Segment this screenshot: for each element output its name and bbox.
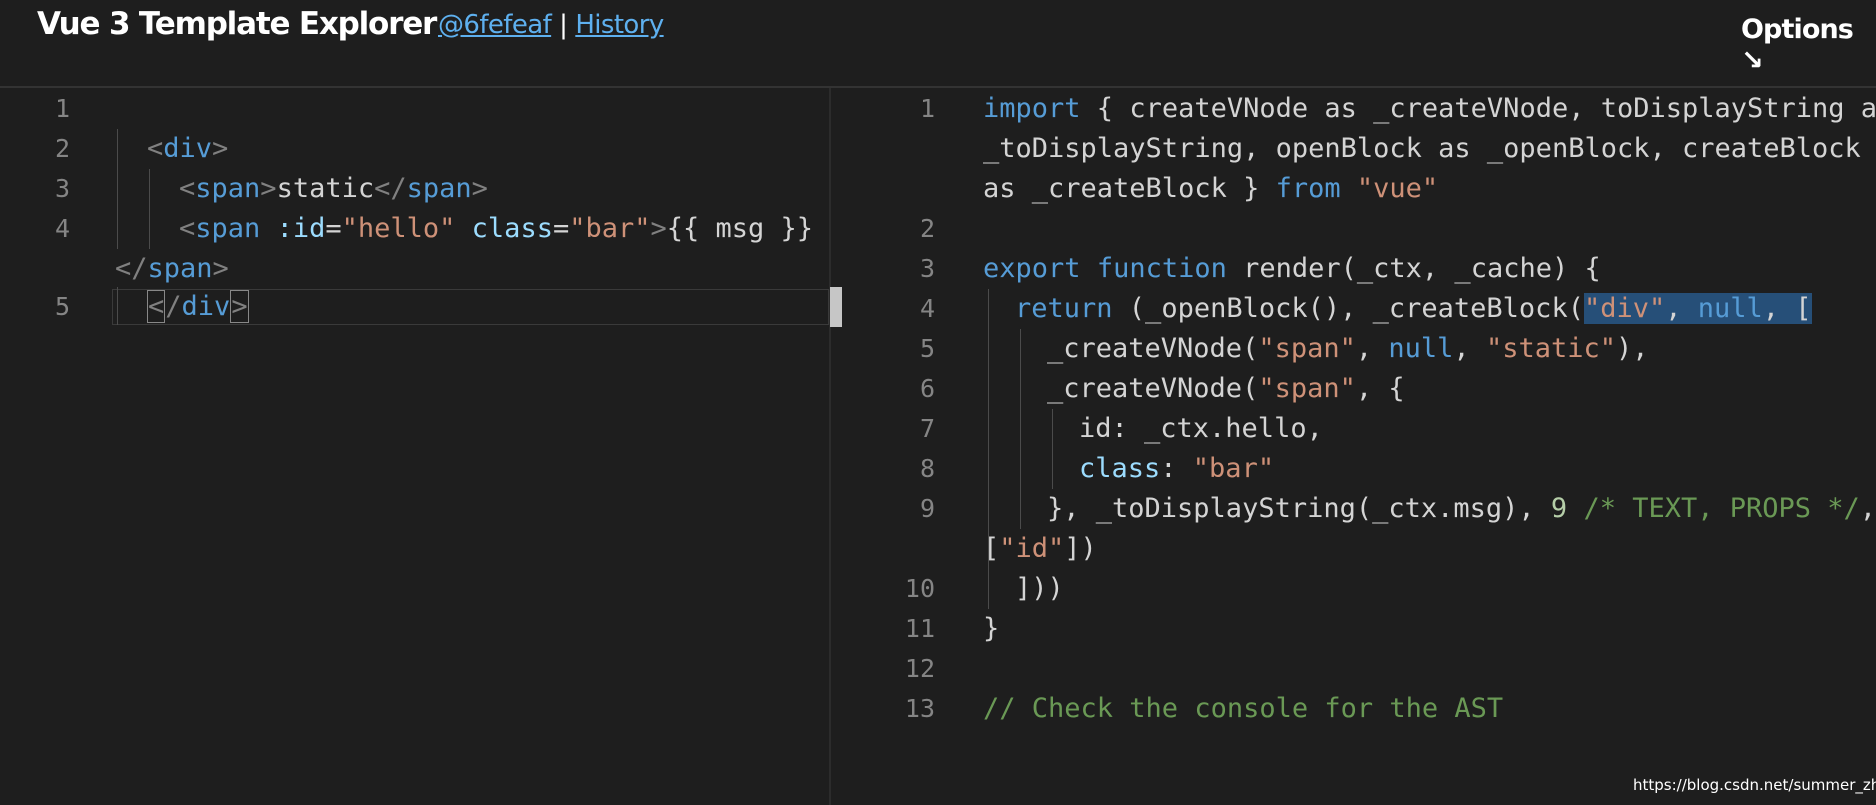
code-line-wrap: </span> <box>115 253 229 284</box>
line-number: 6 <box>919 374 935 403</box>
indent-guide <box>117 129 118 249</box>
code-line: <span>static</span> <box>179 173 488 204</box>
line-number: 1 <box>919 94 935 123</box>
pane-divider[interactable] <box>829 88 831 805</box>
indent-guide <box>149 169 150 249</box>
code-line: // Check the console for the AST <box>983 693 1504 724</box>
code-line: id: _ctx.hello, <box>1079 413 1323 444</box>
code-line: _createVNode("span", { <box>1047 373 1405 404</box>
line-number: 5 <box>919 334 935 363</box>
code-line: <div> <box>147 133 229 164</box>
line-number: 2 <box>919 214 935 243</box>
indent-guide <box>1020 329 1021 529</box>
line-number: 9 <box>919 494 935 523</box>
line-number: 13 <box>904 694 935 723</box>
line-number: 4 <box>54 214 70 243</box>
code-line: import { createVNode as _createVNode, to… <box>983 93 1876 124</box>
line-number: 11 <box>904 614 935 643</box>
line-number: 12 <box>904 654 935 683</box>
top-bar: Vue 3 Template Explorer @6fefeaf | History… <box>0 0 1876 88</box>
code-line: } <box>983 613 1000 644</box>
code-line-wrap: ["id"]) <box>983 533 1097 564</box>
line-number: 5 <box>54 292 70 321</box>
indent-guide <box>1052 409 1053 489</box>
selection-highlight: "div", null, [ <box>1583 293 1812 324</box>
line-number: 3 <box>54 174 70 203</box>
watermark: https://blog.csdn.net/summer_zhh <box>1633 776 1876 794</box>
code-line: _createVNode("span", null, "static"), <box>1047 333 1649 364</box>
code-line: export function render(_ctx, _cache) { <box>983 253 1601 284</box>
matched-bracket: < <box>147 290 166 323</box>
code-line-wrap: _toDisplayString, openBlock as _openBloc… <box>983 133 1861 164</box>
history-link[interactable]: History <box>575 10 664 40</box>
line-number: 3 <box>919 254 935 283</box>
options-toggle[interactable]: Options ↘ <box>1741 14 1876 76</box>
line-number: 1 <box>54 94 70 123</box>
code-line: </div> <box>147 290 249 323</box>
line-number: 10 <box>904 574 935 603</box>
code-line: <span :id="hello" class="bar">{{ msg }} <box>179 213 814 244</box>
code-line: ])) <box>1015 573 1064 604</box>
app-title: Vue 3 Template Explorer <box>37 6 437 42</box>
link-separator: | <box>559 10 568 40</box>
commit-link[interactable]: @6fefeaf <box>438 10 552 40</box>
scrollbar-thumb[interactable] <box>830 287 842 327</box>
code-line: return (_openBlock(), _createBlock("div"… <box>1015 293 1812 324</box>
code-line: class: "bar" <box>1079 453 1275 484</box>
line-number: 7 <box>919 414 935 443</box>
code-line: }, _toDisplayString(_ctx.msg), 9 /* TEXT… <box>1047 493 1876 524</box>
header-links: @6fefeaf | History <box>438 10 664 40</box>
matched-bracket: > <box>230 290 249 323</box>
line-number: 2 <box>54 134 70 163</box>
line-number: 8 <box>919 454 935 483</box>
indent-guide <box>117 287 118 325</box>
code-line-wrap: as _createBlock } from "vue" <box>983 173 1439 204</box>
line-number: 4 <box>919 294 935 323</box>
